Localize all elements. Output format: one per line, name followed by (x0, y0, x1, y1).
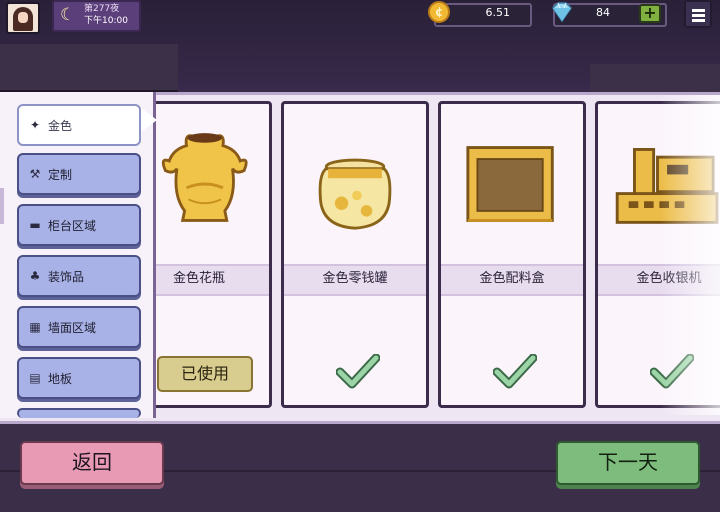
diamond-icon (552, 2, 572, 23)
category-floor[interactable]: ▤ 地板 (17, 357, 141, 399)
active-category-pointer (141, 108, 157, 132)
category-decorations[interactable]: ♣ 装饰品 (17, 255, 141, 297)
category-counter-area[interactable]: ▬ 柜台区域 (17, 204, 141, 246)
category-label: 地板 (48, 372, 73, 386)
item-name-bar: 金色收银机 (598, 264, 720, 296)
category-label: 装饰品 (48, 270, 85, 284)
roof-left (0, 44, 178, 93)
item-name: 金色配料盒 (479, 271, 545, 286)
category-gold[interactable]: ✦ 金色 (17, 104, 141, 146)
category-more[interactable] (17, 408, 141, 418)
back-button[interactable]: 返回 (20, 441, 164, 485)
coin-balance: 6.51 (485, 6, 511, 19)
moon-icon: ☾ (60, 5, 76, 25)
category-label: 墙面区域 (48, 321, 97, 335)
hammer-icon: ⚒ (29, 167, 41, 181)
day-counter: 第277夜 (84, 4, 120, 14)
clock-time: 下午10:00 (84, 16, 128, 26)
owned-check-icon[interactable] (493, 354, 537, 390)
floor-icon: ▤ (29, 371, 41, 385)
gem-balance: 84 (596, 6, 610, 19)
item-card-gold-cash-register[interactable]: 金色收银机 (595, 101, 720, 408)
owned-check-icon[interactable] (336, 354, 380, 390)
day-time-panel: ☾ 第277夜 下午10:00 (52, 0, 141, 32)
category-label: 定制 (48, 168, 73, 182)
item-card-gold-coin-jar[interactable]: 金色零钱罐 (281, 101, 429, 408)
item-name-bar: 金色零钱罐 (284, 264, 426, 296)
plant-icon: ♣ (29, 269, 41, 283)
category-wall-area[interactable]: ▦ 墙面区域 (17, 306, 141, 348)
add-gems-button[interactable]: + (639, 4, 661, 23)
category-label: 金色 (48, 119, 73, 133)
sidebar-scrollbar[interactable] (0, 188, 4, 224)
used-status-button[interactable]: 已使用 (157, 356, 253, 392)
counter-icon: ▬ (29, 218, 41, 232)
ingredient-box-icon (466, 146, 554, 222)
category-custom[interactable]: ⚒ 定制 (17, 153, 141, 195)
wall-icon: ▦ (29, 320, 41, 334)
item-name: 金色收银机 (636, 271, 702, 286)
category-label: 柜台区域 (48, 219, 97, 233)
next-day-button[interactable]: 下一天 (556, 441, 700, 485)
item-name: 金色零钱罐 (322, 271, 388, 286)
sparkle-icon: ✦ (29, 118, 41, 132)
player-avatar[interactable] (6, 2, 40, 34)
menu-icon[interactable] (684, 0, 712, 28)
item-card-gold-ingredient-box[interactable]: 金色配料盒 (438, 101, 586, 408)
coin-jar-icon (318, 158, 392, 230)
owned-check-icon[interactable] (650, 354, 694, 390)
category-sidebar[interactable]: ✦ 金色 ⚒ 定制 ▬ 柜台区域 ♣ 装饰品 ▦ 墙面区域 ▤ 地板 (0, 92, 157, 418)
cash-register-icon (615, 148, 719, 224)
item-name-bar: 金色配料盒 (441, 264, 583, 296)
coin-icon: ¢ (428, 1, 450, 23)
